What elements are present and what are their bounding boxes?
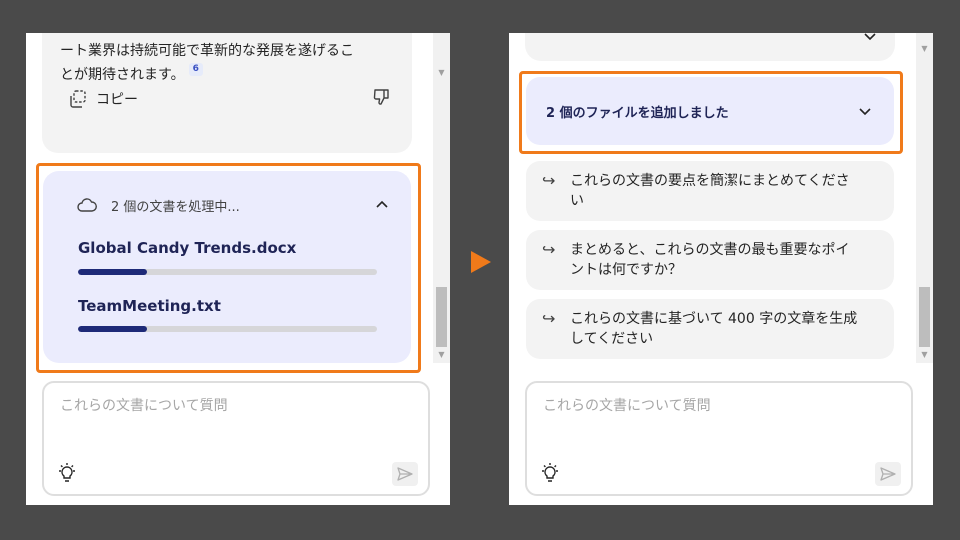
citation-badge[interactable]: 6 xyxy=(188,63,203,76)
highlight-outline-files-added xyxy=(519,71,903,154)
collapsed-card-top xyxy=(525,33,895,61)
scroll-thumb[interactable] xyxy=(919,287,930,347)
previous-answer-card: ート業界は持続可能で革新的な発展を遂げるこ とが期待されます。 6 コピー xyxy=(42,33,412,153)
send-icon xyxy=(880,467,896,481)
reply-arrow-icon: ↪ xyxy=(542,309,556,328)
scroll-thumb[interactable] xyxy=(436,287,447,347)
send-button[interactable] xyxy=(392,462,418,486)
lightbulb-icon[interactable] xyxy=(539,462,561,484)
scroll-down-arrow[interactable]: ▼ xyxy=(433,349,450,361)
answer-text: ート業界は持続可能で革新的な発展を遂げるこ とが期待されます。 6 xyxy=(60,39,405,87)
left-chat-panel: ート業界は持続可能で革新的な発展を遂げるこ とが期待されます。 6 コピー 2 個… xyxy=(26,33,450,505)
send-icon xyxy=(397,467,413,481)
send-button[interactable] xyxy=(875,462,901,486)
answer-line-2: とが期待されます。 xyxy=(60,67,185,83)
reply-arrow-icon: ↪ xyxy=(542,240,556,259)
dislike-button[interactable] xyxy=(372,87,392,111)
right-chat-panel: 2 個のファイルを追加しました ↪ これらの文書の要点を簡潔にまとめてくださ い… xyxy=(509,33,933,505)
scroll-down-arrow-top[interactable]: ▼ xyxy=(916,43,933,55)
reply-arrow-icon: ↪ xyxy=(542,171,556,190)
question-input[interactable] xyxy=(541,393,885,437)
suggestion-2-line-1: まとめると、これらの文書の最も重要なポイ xyxy=(570,242,850,258)
suggestion-chip-3[interactable]: ↪ これらの文書に基づいて 400 字の文章を生成 してください xyxy=(526,299,894,359)
suggestion-1-line-1: これらの文書の要点を簡潔にまとめてくださ xyxy=(570,173,850,189)
answer-line-1: ート業界は持続可能で革新的な発展を遂げるこ xyxy=(60,43,354,59)
suggestion-3-line-2: してください xyxy=(570,331,654,347)
chat-input-box xyxy=(525,381,913,496)
scrollbar[interactable]: ▼ ▼ xyxy=(916,33,933,363)
chat-input-box xyxy=(42,381,430,496)
copy-icon xyxy=(70,90,86,108)
suggestion-chip-2[interactable]: ↪ まとめると、これらの文書の最も重要なポイ ントは何ですか？ xyxy=(526,230,894,290)
scrollbar[interactable]: ▼ ▼ xyxy=(433,33,450,363)
chevron-down-icon[interactable] xyxy=(863,33,877,41)
copy-label: コピー xyxy=(96,92,138,108)
scroll-down-arrow-top[interactable]: ▼ xyxy=(433,67,450,79)
suggestion-chip-1[interactable]: ↪ これらの文書の要点を簡潔にまとめてくださ い xyxy=(526,161,894,221)
suggestion-2-line-2: ントは何ですか？ xyxy=(570,262,682,278)
scroll-down-arrow[interactable]: ▼ xyxy=(916,349,933,361)
lightbulb-icon[interactable] xyxy=(56,462,78,484)
copy-button[interactable]: コピー xyxy=(68,89,138,109)
suggestion-1-line-2: い xyxy=(570,193,584,209)
suggestion-3-line-1: これらの文書に基づいて 400 字の文章を生成 xyxy=(570,311,858,327)
thumbs-down-icon xyxy=(373,89,389,105)
question-input[interactable] xyxy=(58,393,402,437)
transition-arrow-icon xyxy=(471,251,491,273)
highlight-outline-processing xyxy=(36,163,421,373)
